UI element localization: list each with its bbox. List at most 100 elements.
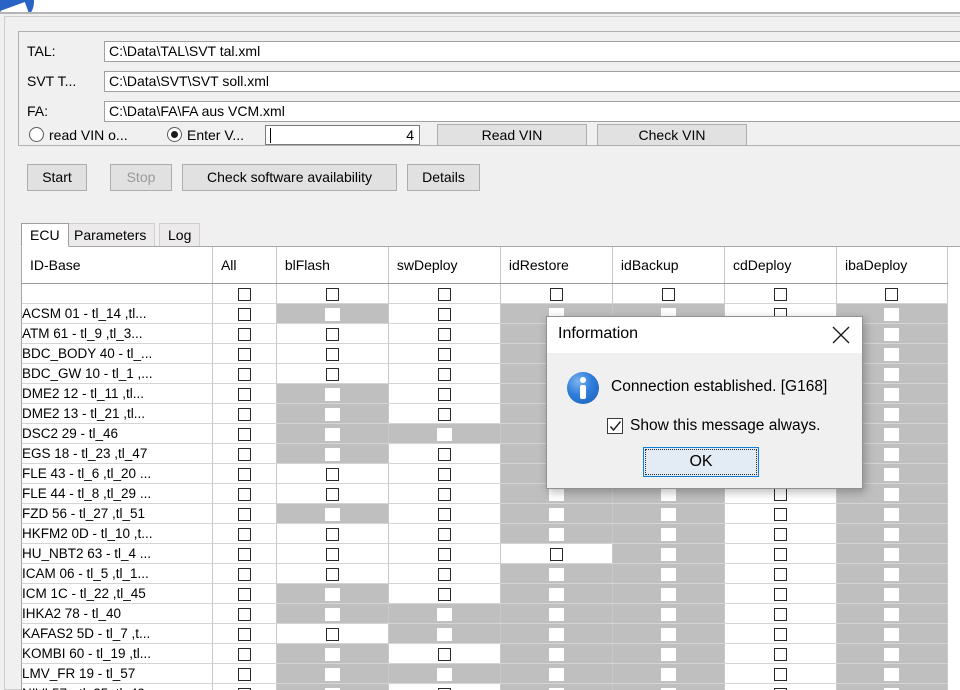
cell-checkbox[interactable] [276, 343, 389, 364]
radio-read-vin-label[interactable]: read VIN o... [49, 127, 128, 143]
checkbox[interactable] [237, 327, 251, 341]
cell-id-base[interactable]: KAFAS2 5D - tl_7 ,t... [22, 623, 213, 644]
checkbox[interactable] [325, 287, 339, 301]
column-header-idrestore[interactable]: idRestore [500, 247, 613, 284]
cell-checkbox[interactable] [276, 323, 389, 344]
checkbox[interactable] [437, 507, 451, 521]
checkbox[interactable] [237, 527, 251, 541]
checkbox[interactable] [437, 467, 451, 481]
cell-checkbox[interactable] [724, 623, 837, 644]
checkbox[interactable] [237, 407, 251, 421]
checkbox[interactable] [437, 527, 451, 541]
cell-checkbox[interactable] [276, 363, 389, 384]
checkbox[interactable] [773, 567, 787, 581]
cell-checkbox[interactable] [212, 443, 277, 464]
cell-id-base[interactable]: HU_NBT2 63 - tl_4 ... [22, 543, 213, 564]
checkbox[interactable] [237, 587, 251, 601]
cell-checkbox[interactable] [212, 683, 277, 690]
ok-button[interactable]: OK [643, 447, 759, 477]
cell-checkbox[interactable] [212, 523, 277, 544]
checkbox[interactable] [237, 607, 251, 621]
checkbox[interactable] [773, 667, 787, 681]
checkbox[interactable] [773, 587, 787, 601]
checkbox[interactable] [773, 627, 787, 641]
cell-checkbox[interactable] [388, 583, 501, 604]
table-row[interactable]: IHKA2 78 - tl_40 [22, 603, 949, 624]
cell-id-base[interactable]: BDC_BODY 40 - tl_... [22, 343, 213, 364]
cell-checkbox[interactable] [212, 463, 277, 484]
cell-id-base[interactable]: BDC_GW 10 - tl_1 ,... [22, 363, 213, 384]
table-row[interactable]: ICAM 06 - tl_5 ,tl_1... [22, 563, 949, 584]
checkbox[interactable] [237, 467, 251, 481]
checkbox[interactable] [437, 367, 451, 381]
cell-id-base[interactable]: FLE 44 - tl_8 ,tl_29 ... [22, 483, 213, 504]
checkbox[interactable] [437, 347, 451, 361]
checkbox[interactable] [237, 447, 251, 461]
cell-checkbox[interactable] [276, 523, 389, 544]
checkbox[interactable] [549, 547, 563, 561]
cell-checkbox[interactable] [388, 543, 501, 564]
cell-checkbox[interactable] [276, 563, 389, 584]
checkbox[interactable] [237, 567, 251, 581]
checkbox[interactable] [773, 527, 787, 541]
column-header-ibadeploy[interactable]: ibaDeploy [836, 247, 949, 284]
column-header-swdeploy[interactable]: swDeploy [388, 247, 501, 284]
fa-input[interactable]: C:\Data\FA\FA aus VCM.xml [104, 101, 960, 122]
checkbox[interactable] [437, 567, 451, 581]
column-header-blflash[interactable]: blFlash [276, 247, 389, 284]
cell-checkbox[interactable] [212, 403, 277, 424]
filter-checkbox-cell[interactable] [612, 283, 725, 304]
cell-checkbox[interactable] [388, 463, 501, 484]
tab-parameters[interactable]: Parameters [65, 223, 156, 247]
cell-checkbox[interactable] [388, 443, 501, 464]
cell-checkbox[interactable] [212, 563, 277, 584]
checkbox[interactable] [437, 327, 451, 341]
tab-ecu[interactable]: ECU [21, 223, 69, 247]
checkbox[interactable] [437, 487, 451, 501]
tab-log[interactable]: Log [159, 223, 201, 247]
cell-id-base[interactable]: IHKA2 78 - tl_40 [22, 603, 213, 624]
checkbox[interactable] [437, 587, 451, 601]
cell-id-base[interactable]: NIVI 57 - tl_25 ,tl_49 [22, 683, 213, 690]
checkbox[interactable] [237, 647, 251, 661]
cell-checkbox[interactable] [724, 503, 837, 524]
filter-checkbox-cell[interactable] [836, 283, 949, 304]
table-row[interactable]: NIVI 57 - tl_25 ,tl_49 [22, 683, 949, 690]
column-header-cddeploy[interactable]: cdDeploy [724, 247, 837, 284]
checkbox[interactable] [773, 547, 787, 561]
close-icon[interactable] [830, 324, 852, 346]
radio-enter-vin[interactable] [167, 127, 182, 142]
checkbox[interactable] [237, 627, 251, 641]
column-header-all[interactable]: All [212, 247, 277, 284]
table-row[interactable]: KOMBI 60 - tl_19 ,tl... [22, 643, 949, 664]
cell-id-base[interactable]: HKFM2 0D - tl_10 ,t... [22, 523, 213, 544]
checkbox[interactable] [325, 487, 339, 501]
radio-read-vin[interactable] [29, 127, 44, 142]
cell-checkbox[interactable] [388, 683, 501, 690]
filter-checkbox-cell[interactable] [276, 283, 389, 304]
checkbox[interactable] [325, 347, 339, 361]
cell-id-base[interactable]: DME2 13 - tl_21 ,tl... [22, 403, 213, 424]
checkbox[interactable] [549, 287, 563, 301]
table-row[interactable]: ICM 1C - tl_22 ,tl_45 [22, 583, 949, 604]
checkbox[interactable] [437, 387, 451, 401]
cell-checkbox[interactable] [388, 643, 501, 664]
cell-checkbox[interactable] [388, 363, 501, 384]
show-message-always-label[interactable]: Show this message always. [630, 417, 820, 435]
table-row[interactable]: LMV_FR 19 - tl_57 [22, 663, 949, 684]
checkbox[interactable] [237, 367, 251, 381]
cell-checkbox[interactable] [388, 343, 501, 364]
table-row[interactable]: HKFM2 0D - tl_10 ,t... [22, 523, 949, 544]
check-software-availability-button[interactable]: Check software availability [182, 164, 397, 191]
cell-checkbox[interactable] [212, 623, 277, 644]
checkbox[interactable] [437, 647, 451, 661]
cell-id-base[interactable]: ACSM 01 - tl_14 ,tl... [22, 303, 213, 324]
cell-id-base[interactable]: ATM 61 - tl_9 ,tl_3... [22, 323, 213, 344]
checkbox[interactable] [437, 447, 451, 461]
checkbox[interactable] [237, 427, 251, 441]
cell-checkbox[interactable] [724, 643, 837, 664]
filter-checkbox-cell[interactable] [500, 283, 613, 304]
checkbox[interactable] [237, 307, 251, 321]
cell-checkbox[interactable] [212, 343, 277, 364]
filter-checkbox-cell[interactable] [388, 283, 501, 304]
